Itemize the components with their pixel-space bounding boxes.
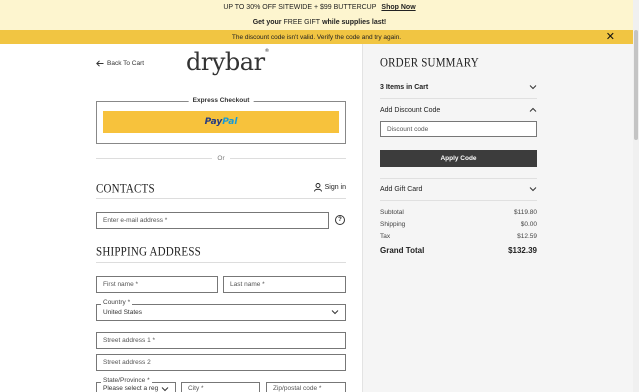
country-select[interactable]: Country * United States — [96, 299, 346, 321]
last-name-placeholder: Last name * — [230, 281, 265, 288]
express-checkout-title: Express Checkout — [188, 97, 254, 104]
street-2-placeholder: Street address 2 — [103, 359, 151, 366]
gift-card-toggle[interactable]: Add Gift Card — [380, 185, 537, 193]
gift-text-b: FREE GIFT — [283, 19, 321, 26]
chevron-down-icon — [331, 310, 339, 315]
summary-divider — [380, 178, 537, 179]
paypal-logo-a: Pay — [204, 117, 223, 127]
logo-mark: ® — [264, 48, 270, 54]
checkout-main: Back To Cart drybar® Express Checkout Pa… — [96, 44, 347, 392]
email-placeholder: Enter e-mail address * — [103, 217, 168, 224]
tax-row: Tax $12.59 — [380, 233, 537, 240]
sign-in-link[interactable]: Sign in — [313, 183, 346, 192]
street-1-placeholder: Street address 1 * — [103, 337, 156, 344]
grand-total-label: Grand Total — [380, 246, 425, 255]
scrollbar[interactable] — [633, 0, 639, 392]
city-field[interactable]: City * — [181, 382, 260, 392]
summary-divider — [380, 200, 537, 201]
zip-placeholder: Zip/postal code * — [273, 384, 322, 392]
discount-code-toggle[interactable]: Add Discount Code — [380, 106, 537, 114]
subtotal-value: $119.80 — [513, 209, 537, 216]
summary-divider — [380, 98, 537, 99]
shipping-value: $0.00 — [520, 221, 537, 228]
or-divider: Or — [96, 154, 347, 162]
paypal-logo-b: Pal — [222, 117, 238, 127]
promo-banner: UP TO 30% OFF SITEWIDE + $99 BUTTERCUP S… — [0, 0, 639, 15]
state-value: Please select a reg — [103, 384, 159, 392]
sign-in-label: Sign in — [324, 184, 346, 191]
apply-code-button[interactable]: Apply Code — [380, 150, 537, 167]
gift-card-label: Add Gift Card — [380, 185, 423, 193]
chevron-down-icon — [161, 387, 169, 392]
chevron-down-icon — [529, 187, 537, 192]
grand-total-row: Grand Total $132.39 — [380, 246, 537, 255]
back-to-cart-link[interactable]: Back To Cart — [96, 60, 144, 67]
chevron-down-icon — [529, 85, 537, 90]
email-field[interactable]: Enter e-mail address * — [96, 212, 329, 229]
country-legend: Country * — [101, 299, 133, 306]
gift-text-a: Get your — [252, 19, 282, 26]
back-to-cart-label: Back To Cart — [107, 60, 145, 67]
gift-banner: Get your FREE GIFT while supplies last! — [0, 15, 639, 30]
shipping-title: SHIPPING ADDRESS — [96, 245, 201, 259]
items-in-cart-label: 3 Items in Cart — [380, 83, 429, 91]
error-message-bar: The discount code isn't valid. Verify th… — [0, 30, 633, 44]
contacts-title: CONTACTS — [96, 182, 155, 196]
order-summary-panel: ORDER SUMMARY 3 Items in Cart Add Discou… — [362, 44, 633, 392]
street-address-2-field[interactable]: Street address 2 — [96, 354, 346, 371]
gift-text-c: while supplies last! — [322, 19, 387, 26]
user-icon — [313, 183, 322, 192]
country-value: United States — [103, 309, 143, 316]
discount-code-label: Add Discount Code — [380, 106, 441, 114]
discount-code-input[interactable]: Discount code — [380, 121, 537, 137]
items-in-cart-toggle[interactable]: 3 Items in Cart — [380, 83, 537, 91]
state-legend: State/Province * — [101, 377, 152, 384]
discount-code-placeholder: Discount code — [387, 125, 429, 133]
shop-now-link[interactable]: Shop Now — [381, 4, 415, 11]
subtotal-label: Subtotal — [380, 209, 404, 216]
scrollbar-thumb[interactable] — [634, 30, 638, 140]
express-checkout-box: Express Checkout Pay Pal — [96, 97, 346, 144]
tax-label: Tax — [380, 233, 391, 240]
arrow-left-icon — [96, 60, 104, 67]
shipping-label: Shipping — [380, 221, 406, 228]
state-select[interactable]: State/Province * Please select a reg — [96, 377, 176, 392]
or-label: Or — [217, 154, 225, 162]
zip-field[interactable]: Zip/postal code * — [266, 382, 346, 392]
shipping-row: Shipping $0.00 — [380, 221, 537, 228]
first-name-field[interactable]: First name * — [96, 276, 218, 293]
error-message: The discount code isn't valid. Verify th… — [231, 33, 402, 41]
chevron-up-icon — [529, 107, 537, 112]
first-name-placeholder: First name * — [103, 281, 139, 288]
close-icon[interactable]: ✕ — [606, 31, 615, 43]
promo-text: UP TO 30% OFF SITEWIDE + $99 BUTTERCUP — [223, 4, 377, 11]
grand-total-value: $132.39 — [508, 246, 537, 255]
tax-value: $12.59 — [517, 233, 537, 240]
contacts-divider — [96, 198, 346, 199]
order-summary-title: ORDER SUMMARY — [380, 56, 479, 70]
paypal-button[interactable]: Pay Pal — [103, 111, 339, 133]
last-name-field[interactable]: Last name * — [223, 276, 346, 293]
info-icon[interactable]: ? — [335, 215, 345, 225]
city-placeholder: City * — [188, 384, 204, 392]
drybar-logo[interactable]: drybar® — [186, 48, 269, 76]
subtotal-row: Subtotal $119.80 — [380, 209, 537, 216]
street-address-1-field[interactable]: Street address 1 * — [96, 332, 346, 349]
shipping-divider — [96, 262, 346, 263]
